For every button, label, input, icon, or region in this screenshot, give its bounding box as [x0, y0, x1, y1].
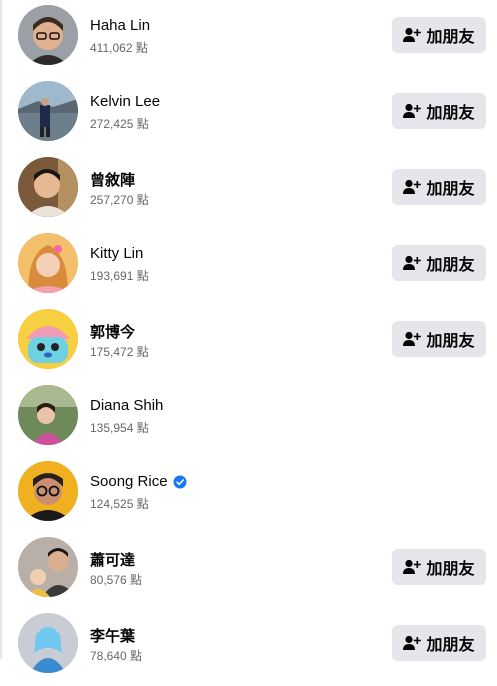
avatar[interactable]: [18, 233, 78, 293]
avatar-young-man-icon: [18, 157, 78, 217]
add-person-icon: [403, 27, 422, 42]
person-name[interactable]: Haha Lin: [90, 17, 150, 34]
list-item: Diana Shih 135,954 點: [0, 382, 497, 458]
avatar[interactable]: [18, 5, 78, 65]
person-name[interactable]: 李午葉: [90, 625, 135, 646]
avatar-outdoor-woman-icon: [18, 385, 78, 445]
person-name[interactable]: Soong Rice: [90, 473, 187, 490]
person-name-text[interactable]: Kitty Lin: [90, 245, 143, 262]
avatar-cosplay-icon: [18, 613, 78, 673]
add-friend-button[interactable]: 加朋友: [392, 549, 486, 585]
add-person-icon: [403, 103, 422, 118]
points-label: 78,640 點: [90, 649, 143, 663]
add-friend-label: 加朋友: [426, 257, 475, 274]
points-label: 272,425 點: [90, 117, 149, 131]
points-label: 257,270 點: [90, 193, 149, 207]
points-label: 175,472 點: [90, 345, 149, 359]
add-friend-label: 加朋友: [426, 637, 475, 654]
avatar-woman-icon: [18, 233, 78, 293]
avatar[interactable]: [18, 309, 78, 369]
person-name-text[interactable]: 曾敘陣: [90, 169, 135, 190]
person-name[interactable]: 曾敘陣: [90, 169, 135, 190]
list-item: Soong Rice 124,525 點: [0, 458, 497, 534]
add-person-icon: [403, 635, 422, 650]
person-name-text[interactable]: Haha Lin: [90, 17, 150, 34]
add-friend-label: 加朋友: [426, 181, 475, 198]
avatar[interactable]: [18, 385, 78, 445]
add-friend-button[interactable]: 加朋友: [392, 625, 486, 661]
list-item: Kelvin Lee 272,425 點 加朋友: [0, 78, 497, 154]
person-name-text[interactable]: 蕭可達: [90, 549, 135, 570]
add-friend-label: 加朋友: [426, 561, 475, 578]
avatar[interactable]: [18, 81, 78, 141]
person-name-text[interactable]: Soong Rice: [90, 473, 168, 490]
add-person-icon: [403, 331, 422, 346]
person-name-text[interactable]: Diana Shih: [90, 397, 163, 414]
avatar-man-glasses-sunlight-icon: [18, 461, 78, 521]
person-name[interactable]: Kitty Lin: [90, 245, 143, 262]
person-name-text[interactable]: 李午葉: [90, 625, 135, 646]
avatar-cartoon-chopper-icon: [18, 309, 78, 369]
add-friend-label: 加朋友: [426, 29, 475, 46]
add-friend-label: 加朋友: [426, 333, 475, 350]
points-label: 135,954 點: [90, 421, 149, 435]
add-person-icon: [403, 255, 422, 270]
avatar-harbor-icon: [18, 81, 78, 141]
list-item: Haha Lin 411,062 點 加朋友: [0, 2, 497, 78]
add-friend-button[interactable]: 加朋友: [392, 17, 486, 53]
person-name[interactable]: 蕭可達: [90, 549, 135, 570]
points-label: 411,062 點: [90, 41, 148, 55]
avatar[interactable]: [18, 157, 78, 217]
add-friend-button[interactable]: 加朋友: [392, 93, 486, 129]
avatar-man-glasses-icon: [18, 5, 78, 65]
list-item: 郭博今 175,472 點 加朋友: [0, 306, 497, 382]
add-person-icon: [403, 179, 422, 194]
avatar[interactable]: [18, 537, 78, 597]
points-label: 80,576 點: [90, 573, 143, 587]
points-label: 124,525 點: [90, 497, 149, 511]
verified-badge-icon: [173, 475, 187, 488]
person-name-text[interactable]: 郭博今: [90, 321, 135, 342]
avatar[interactable]: [18, 613, 78, 673]
avatar[interactable]: [18, 461, 78, 521]
add-friend-button[interactable]: 加朋友: [392, 321, 486, 357]
add-friend-label: 加朋友: [426, 105, 475, 122]
list-item: 蕭可達 80,576 點 加朋友: [0, 534, 497, 610]
list-item: Kitty Lin 193,691 點 加朋友: [0, 230, 497, 306]
person-name[interactable]: 郭博今: [90, 321, 135, 342]
add-friend-button[interactable]: 加朋友: [392, 169, 486, 205]
list-item: 曾敘陣 257,270 點 加朋友: [0, 154, 497, 230]
avatar-father-child-icon: [18, 537, 78, 597]
person-name[interactable]: Diana Shih: [90, 397, 163, 414]
person-name-text[interactable]: Kelvin Lee: [90, 93, 160, 110]
points-label: 193,691 點: [90, 269, 149, 283]
add-person-icon: [403, 559, 422, 574]
add-friend-button[interactable]: 加朋友: [392, 245, 486, 281]
person-name[interactable]: Kelvin Lee: [90, 93, 160, 110]
list-item: 李午葉 78,640 點 加朋友: [0, 610, 497, 686]
